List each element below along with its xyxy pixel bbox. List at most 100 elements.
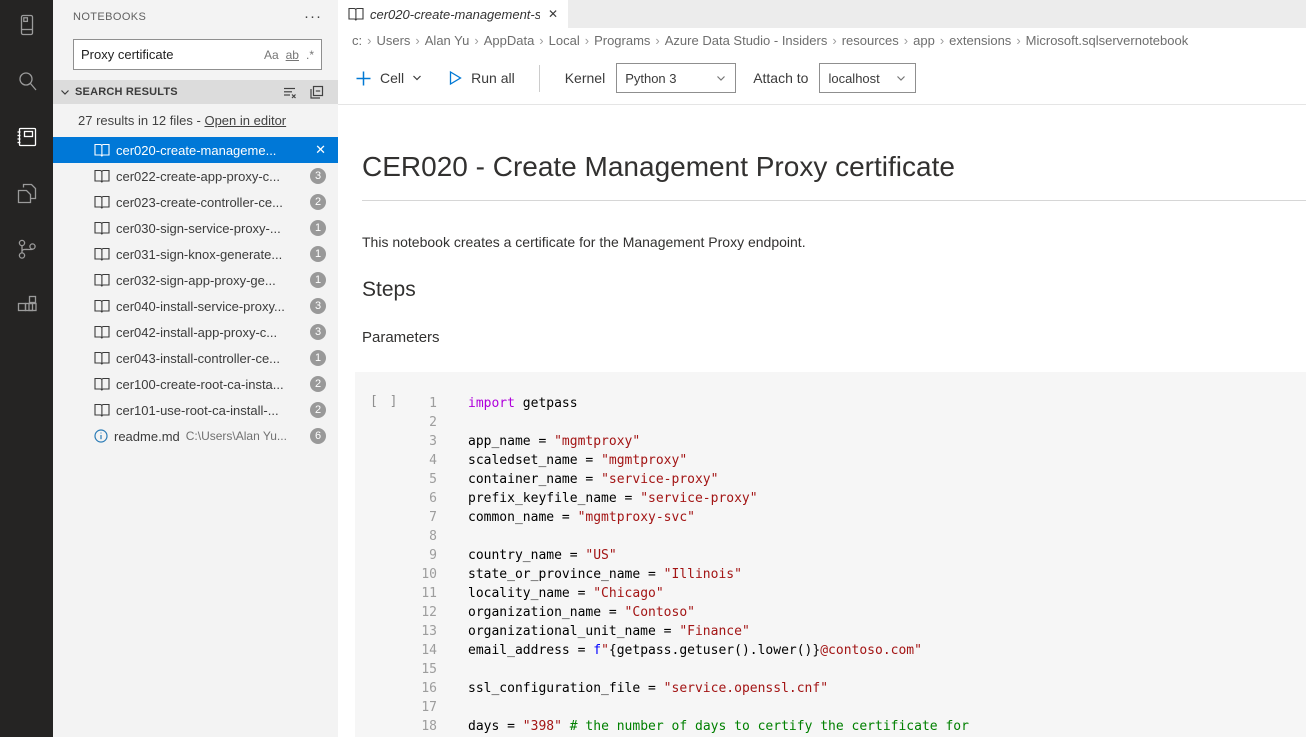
code-line[interactable]: 6prefix_keyfile_name = "service-proxy" — [355, 489, 1306, 508]
server-connections-icon — [15, 13, 39, 37]
line-number: 8 — [355, 527, 437, 546]
breadcrumb-item[interactable]: Microsoft.sqlservernotebook — [1026, 33, 1189, 48]
code-text: ssl_configuration_file = "service.openss… — [437, 679, 828, 698]
code-line[interactable]: 15 — [355, 660, 1306, 679]
run-all-button[interactable]: Run all — [447, 70, 515, 86]
search-icon — [15, 69, 39, 93]
activitybar-connections[interactable] — [14, 12, 40, 38]
code-text: state_or_province_name = "Illinois" — [437, 565, 742, 584]
result-file-name: cer042-install-app-proxy-c... — [116, 325, 277, 340]
notebook-document: CER020 - Create Management Proxy certifi… — [338, 105, 1306, 737]
breadcrumb-item[interactable]: Programs — [594, 33, 650, 48]
info-icon — [94, 429, 108, 443]
search-result-row[interactable]: readme.mdC:\Users\Alan Yu...6 — [53, 423, 338, 449]
result-file-name: cer020-create-manageme... — [116, 143, 276, 158]
code-editor[interactable]: 1import getpass23app_name = "mgmtproxy"4… — [355, 394, 1306, 736]
regex-icon[interactable]: .* — [306, 48, 314, 62]
search-result-row[interactable]: cer043-install-controller-ce...1 — [53, 345, 338, 371]
code-line[interactable]: 4scaledset_name = "mgmtproxy" — [355, 451, 1306, 470]
line-number: 6 — [355, 489, 437, 508]
search-result-row[interactable]: cer101-use-root-ca-install-...2 — [53, 397, 338, 423]
breadcrumb-item[interactable]: resources — [842, 33, 899, 48]
close-icon[interactable]: ✕ — [315, 142, 326, 158]
breadcrumb-item[interactable]: Alan Yu — [425, 33, 470, 48]
search-result-row[interactable]: cer100-create-root-ca-insta...2 — [53, 371, 338, 397]
chevron-right-icon: › — [580, 33, 594, 48]
activitybar-search[interactable] — [14, 68, 40, 94]
code-line[interactable]: 9country_name = "US" — [355, 546, 1306, 565]
activitybar-notebooks[interactable] — [14, 124, 40, 150]
toolbar-separator — [539, 65, 540, 92]
code-line[interactable]: 11locality_name = "Chicago" — [355, 584, 1306, 603]
breadcrumb-item[interactable]: app — [913, 33, 935, 48]
search-result-row[interactable]: cer023-create-controller-ce...2 — [53, 189, 338, 215]
clear-search-results-icon[interactable] — [282, 85, 297, 100]
code-line[interactable]: 17 — [355, 698, 1306, 717]
notebook-book-icon — [94, 143, 110, 157]
more-actions-icon[interactable]: ··· — [304, 12, 322, 22]
breadcrumb-item[interactable]: Users — [376, 33, 410, 48]
plus-icon — [355, 70, 372, 87]
chevron-right-icon: › — [935, 33, 949, 48]
match-count-badge: 1 — [310, 350, 326, 366]
activitybar-explorer-pages[interactable] — [14, 180, 40, 206]
activitybar-source-control[interactable] — [14, 236, 40, 262]
code-line[interactable]: 1import getpass — [355, 394, 1306, 413]
tab-close-icon[interactable]: ✕ — [546, 7, 558, 21]
notebook-book-icon — [94, 325, 110, 339]
search-result-row[interactable]: cer040-install-service-proxy...3 — [53, 293, 338, 319]
open-in-editor-link[interactable]: Open in editor — [204, 113, 286, 128]
tab-bar: cer020-create-management-service-proxy-c… — [338, 0, 1306, 28]
code-line[interactable]: 16ssl_configuration_file = "service.open… — [355, 679, 1306, 698]
code-line[interactable]: 12organization_name = "Contoso" — [355, 603, 1306, 622]
tab-notebook[interactable]: cer020-create-management-service-proxy-c… — [338, 0, 568, 28]
search-result-row[interactable]: cer031-sign-knox-generate...1 — [53, 241, 338, 267]
app-window: NOTEBOOKS ··· Aa ab .* SEARCH RESULTS — [0, 0, 1306, 737]
collapse-all-icon[interactable] — [309, 85, 324, 100]
results-summary: 27 results in 12 files - Open in editor — [53, 104, 338, 137]
result-file-name: cer030-sign-service-proxy-... — [116, 221, 281, 236]
code-line[interactable]: 3app_name = "mgmtproxy" — [355, 432, 1306, 451]
code-line[interactable]: 13organizational_unit_name = "Finance" — [355, 622, 1306, 641]
code-cell[interactable]: [ ] 1import getpass23app_name = "mgmtpro… — [355, 372, 1306, 737]
code-line[interactable]: 2 — [355, 413, 1306, 432]
cell-run-indicator[interactable]: [ ] — [370, 394, 399, 409]
search-result-row[interactable]: cer030-sign-service-proxy-...1 — [53, 215, 338, 241]
whole-word-icon[interactable]: ab — [286, 48, 299, 62]
search-result-row[interactable]: cer042-install-app-proxy-c...3 — [53, 319, 338, 345]
code-text — [437, 413, 468, 432]
breadcrumb-item[interactable]: Azure Data Studio - Insiders — [665, 33, 828, 48]
breadcrumb-item[interactable]: AppData — [484, 33, 535, 48]
code-line[interactable]: 14email_address = f"{getpass.getuser().l… — [355, 641, 1306, 660]
breadcrumb-item[interactable]: extensions — [949, 33, 1011, 48]
notebook-title: CER020 - Create Management Proxy certifi… — [362, 148, 1306, 186]
code-line[interactable]: 10state_or_province_name = "Illinois" — [355, 565, 1306, 584]
title-divider — [362, 200, 1306, 201]
search-result-row[interactable]: cer020-create-manageme... ✕ — [53, 137, 338, 163]
add-cell-button[interactable]: Cell — [355, 70, 423, 87]
breadcrumb-item[interactable]: c: — [352, 33, 362, 48]
notebook-intro: This notebook creates a certificate for … — [362, 234, 1306, 250]
code-line[interactable]: 18days = "398" # the number of days to c… — [355, 717, 1306, 736]
search-result-row[interactable]: cer032-sign-app-proxy-ge...1 — [53, 267, 338, 293]
code-text: scaledset_name = "mgmtproxy" — [437, 451, 687, 470]
breadcrumb-item[interactable]: Local — [549, 33, 580, 48]
kernel-dropdown[interactable]: Python 3 — [616, 63, 736, 93]
search-input[interactable] — [81, 47, 257, 62]
breadcrumb: c:›Users›Alan Yu›AppData›Local›Programs›… — [338, 28, 1306, 52]
code-line[interactable]: 8 — [355, 527, 1306, 546]
attach-to-dropdown[interactable]: localhost — [819, 63, 916, 93]
result-file-path: C:\Users\Alan Yu... — [186, 429, 287, 443]
match-case-icon[interactable]: Aa — [264, 48, 279, 62]
notebook-book-icon — [94, 377, 110, 391]
search-results-section-header[interactable]: SEARCH RESULTS — [53, 80, 338, 104]
activitybar-extensions[interactable] — [14, 292, 40, 318]
code-line[interactable]: 5container_name = "service-proxy" — [355, 470, 1306, 489]
search-box: Aa ab .* — [73, 39, 322, 70]
chevron-down-icon — [58, 85, 72, 99]
code-line[interactable]: 7common_name = "mgmtproxy-svc" — [355, 508, 1306, 527]
section-title: SEARCH RESULTS — [75, 86, 178, 98]
line-number: 17 — [355, 698, 437, 717]
result-file-name: cer040-install-service-proxy... — [116, 299, 285, 314]
search-result-row[interactable]: cer022-create-app-proxy-c...3 — [53, 163, 338, 189]
